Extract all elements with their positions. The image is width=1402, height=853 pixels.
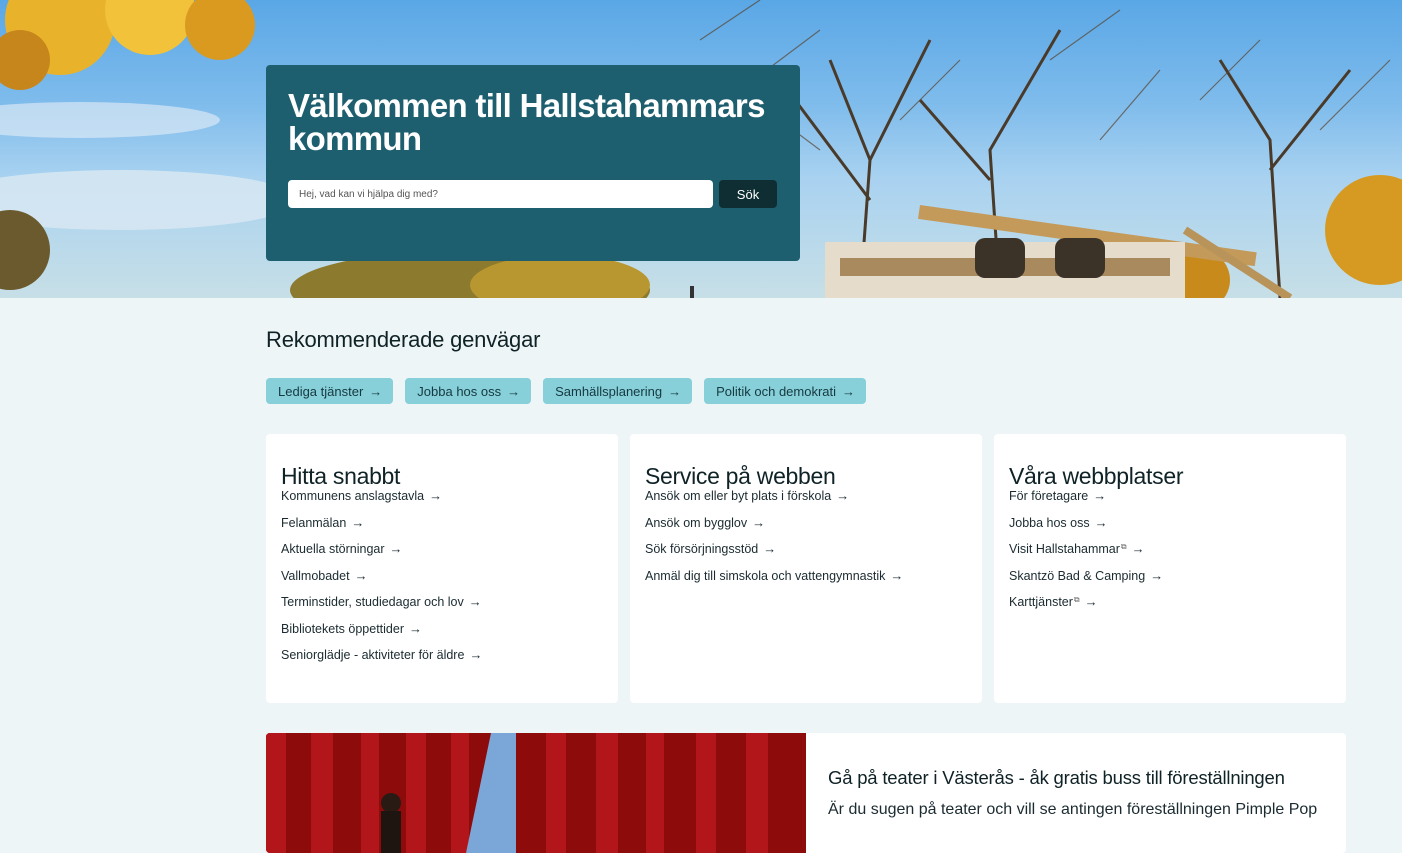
- news-teaser[interactable]: Gå på teater i Västerås - åk gratis buss…: [266, 733, 1346, 853]
- shortcut-jobba-hos-oss[interactable]: Jobba hos oss →: [405, 378, 532, 404]
- link-label: Jobba hos oss: [1009, 515, 1090, 530]
- hero-banner: Välkommen till Hallstahammars kommun Sök: [0, 0, 1402, 298]
- search-button[interactable]: Sök: [719, 180, 777, 208]
- link-simskola[interactable]: Anmäl dig till simskola och vattengymnas…: [645, 567, 967, 596]
- shortcut-chips: Lediga tjänster → Jobba hos oss → Samhäl…: [266, 378, 867, 404]
- link-karttjanster[interactable]: Karttjänster ⧉ →: [1009, 595, 1331, 622]
- link-vallmobadet[interactable]: Vallmobadet →: [281, 567, 603, 596]
- news-text: Är du sugen på teater och vill se anting…: [828, 801, 1318, 818]
- arrow-right-icon: →: [752, 514, 766, 530]
- link-label: Kommunens anslagstavla: [281, 489, 425, 503]
- search-bar: Sök: [288, 180, 778, 208]
- link-visit-hallstahammar[interactable]: Visit Hallstahammar ⧉ →: [1009, 542, 1331, 569]
- link-skantzo[interactable]: Skantzö Bad & Camping →: [1009, 567, 1331, 596]
- link-jobba-hos-oss[interactable]: Jobba hos oss →: [1009, 514, 1331, 543]
- shortcut-label: Politik och demokrati: [716, 383, 837, 399]
- shortcut-samhallsplanering[interactable]: Samhällsplanering →: [543, 378, 693, 404]
- link-label: Vallmobadet: [281, 568, 350, 583]
- link-terminstider[interactable]: Terminstider, studiedagar och lov →: [281, 595, 603, 622]
- arrow-right-icon: →: [507, 383, 521, 399]
- arrow-right-icon: →: [842, 383, 856, 399]
- link-label: För företagare: [1009, 489, 1089, 503]
- card-vara-webbplatser: Våra webbplatser För företagare → Jobba h…: [994, 434, 1346, 703]
- link-kommunens-anslagstavla[interactable]: Kommunens anslagstavla →: [281, 489, 603, 516]
- link-label: Terminstider, studiedagar och lov: [281, 595, 464, 609]
- arrow-right-icon: →: [763, 541, 777, 556]
- news-title[interactable]: Gå på teater i Västerås - åk gratis buss…: [828, 767, 1285, 789]
- arrow-right-icon: →: [469, 647, 483, 662]
- link-list: För företagare → Jobba hos oss → Visit Hal…: [1009, 489, 1331, 622]
- link-label: Ansök om eller byt plats i förskola: [645, 489, 832, 503]
- arrow-right-icon: →: [351, 514, 365, 530]
- theater-curtain-image: [266, 733, 806, 853]
- card-title: Hitta snabbt: [281, 463, 401, 489]
- arrow-right-icon: →: [389, 541, 403, 556]
- card-hitta-snabbt: Hitta snabbt Kommunens anslagstavla → Fel…: [266, 434, 618, 703]
- arrow-right-icon: →: [429, 488, 443, 503]
- external-link-icon: ⧉: [1073, 595, 1080, 604]
- shortcut-politik-och-demokrati[interactable]: Politik och demokrati →: [704, 378, 867, 404]
- card-service-pa-webben: Service på webben Ansök om eller byt pla…: [630, 434, 982, 703]
- shortcut-label: Samhällsplanering: [555, 383, 663, 399]
- link-label: Visit Hallstahammar: [1009, 542, 1120, 556]
- shortcut-label: Jobba hos oss: [417, 383, 502, 399]
- arrow-right-icon: →: [1131, 541, 1145, 556]
- link-forsorjningsstod[interactable]: Sök försörjningsstöd →: [645, 542, 967, 569]
- arrow-right-icon: →: [354, 567, 368, 583]
- arrow-right-icon: →: [409, 620, 422, 636]
- link-label: Anmäl dig till simskola och vattengymnas…: [645, 568, 886, 583]
- link-list: Ansök om eller byt plats i förskola → Ans…: [645, 489, 967, 595]
- link-label: Skantzö Bad & Camping: [1009, 568, 1146, 583]
- arrow-right-icon: →: [1150, 567, 1164, 583]
- shortcut-lediga-tjanster[interactable]: Lediga tjänster →: [266, 378, 394, 404]
- link-felanmalan[interactable]: Felanmälan →: [281, 514, 603, 543]
- link-label: Bibliotekets öppettider: [281, 621, 404, 636]
- arrow-right-icon: →: [668, 383, 682, 399]
- link-bibliotekets-oppettider[interactable]: Bibliotekets öppettider →: [281, 620, 603, 649]
- link-label: Felanmälan: [281, 515, 347, 530]
- welcome-box: Välkommen till Hallstahammars kommun Sök: [266, 65, 800, 261]
- link-label: Karttjänster: [1009, 595, 1073, 609]
- arrow-right-icon: →: [1093, 488, 1107, 503]
- link-label: Aktuella störningar: [281, 542, 385, 556]
- arrow-right-icon: →: [468, 594, 482, 609]
- link-seniorgladje[interactable]: Seniorglädje - aktiviteter för äldre →: [281, 648, 603, 675]
- link-label: Ansök om bygglov: [645, 515, 748, 530]
- link-bygglov[interactable]: Ansök om bygglov →: [645, 514, 967, 543]
- link-label: Seniorglädje - aktiviteter för äldre: [281, 648, 465, 662]
- link-label: Sök försörjningsstöd: [645, 542, 759, 556]
- external-link-icon: ⧉: [1120, 542, 1127, 551]
- search-input[interactable]: [288, 180, 713, 208]
- arrow-right-icon: →: [369, 383, 383, 399]
- card-title: Våra webbplatser: [1009, 463, 1184, 489]
- card-title: Service på webben: [645, 463, 836, 489]
- arrow-right-icon: →: [890, 567, 904, 583]
- link-for-foretagare[interactable]: För företagare →: [1009, 489, 1331, 516]
- page-title: Välkommen till Hallstahammars kommun: [288, 87, 765, 157]
- arrow-right-icon: →: [1094, 514, 1108, 530]
- arrow-right-icon: →: [1084, 594, 1098, 609]
- link-aktuella-storningar[interactable]: Aktuella störningar →: [281, 542, 603, 569]
- shortcuts-title: Rekommenderade genvägar: [266, 327, 541, 352]
- link-list: Kommunens anslagstavla → Felanmälan → Aktu…: [281, 489, 603, 675]
- shortcut-label: Lediga tjänster: [278, 383, 364, 399]
- arrow-right-icon: →: [836, 488, 850, 503]
- link-forskola[interactable]: Ansök om eller byt plats i förskola →: [645, 489, 967, 516]
